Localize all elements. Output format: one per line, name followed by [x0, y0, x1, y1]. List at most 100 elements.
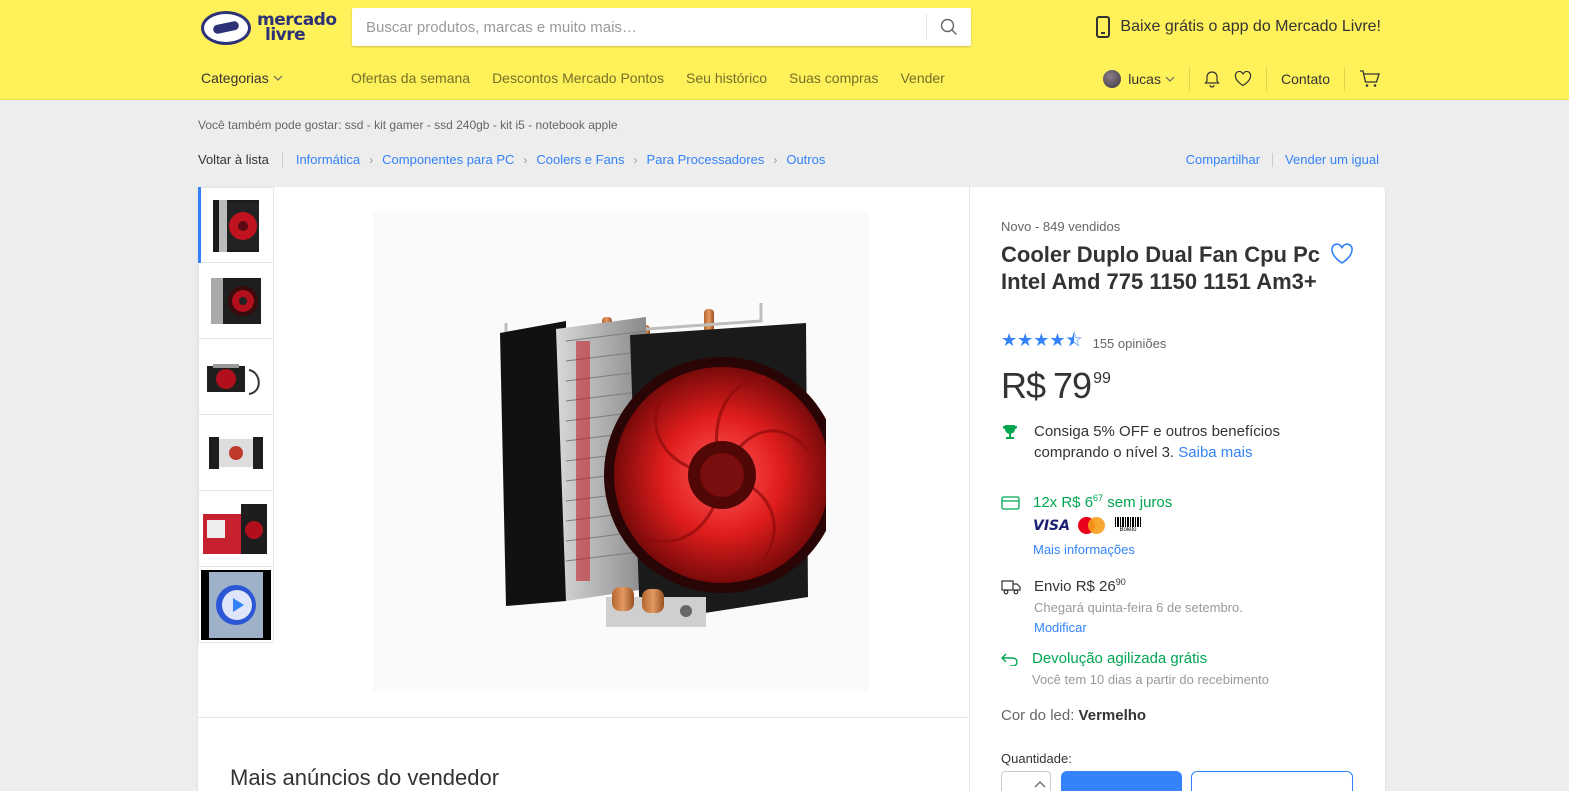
- header: mercado livre Baixe grátis o app do Merc…: [0, 0, 1569, 100]
- product-title: Cooler Duplo Dual Fan Cpu Pc Intel Amd 7…: [1001, 242, 1321, 294]
- sell-same-link[interactable]: Vender um igual: [1285, 152, 1379, 167]
- installments-cents: 67: [1093, 493, 1104, 503]
- reviews-count: 155 opiniões: [1092, 335, 1167, 351]
- phone-icon: [1096, 16, 1111, 38]
- play-icon: [222, 590, 252, 620]
- breadcrumb-item[interactable]: Coolers e Fans: [536, 152, 624, 167]
- user-nav: lucas Contato: [1103, 66, 1381, 92]
- more-ads-heading: Mais anúncios do vendedor: [230, 765, 500, 790]
- delivery-estimate: Chegará quinta-feira 6 de setembro.: [1034, 600, 1243, 615]
- credit-card-icon: [1001, 496, 1020, 510]
- share-actions: Compartilhar Vender um igual: [1186, 152, 1379, 167]
- breadcrumb: Voltar à lista Informática › Componentes…: [198, 152, 825, 167]
- chevron-right-icon: ›: [523, 152, 528, 167]
- breadcrumb-item[interactable]: Informática: [296, 152, 360, 167]
- user-menu[interactable]: lucas: [1128, 71, 1161, 87]
- chevron-right-icon: ›: [633, 152, 638, 167]
- search-icon: [940, 18, 957, 35]
- returns-subtitle: Você tem 10 dias a partir do recebimento: [1032, 672, 1270, 687]
- nav-link-weekly-offers[interactable]: Ofertas da semana: [351, 70, 470, 86]
- cooler-thumbnail-image: [213, 200, 259, 252]
- chevron-down-icon: [1165, 76, 1175, 82]
- cooler-box-thumbnail-image: [203, 503, 267, 554]
- app-promo-text: Baixe grátis o app do Mercado Livre!: [1120, 18, 1381, 35]
- contact-link[interactable]: Contato: [1281, 71, 1330, 87]
- thumbnail-1[interactable]: [198, 187, 274, 263]
- mastercard-logo: [1077, 517, 1106, 535]
- heart-icon[interactable]: [1330, 243, 1354, 265]
- nav-link-history[interactable]: Seu histórico: [686, 70, 767, 86]
- product-card: Mais anúncios do vendedor Novo - 849 ven…: [198, 187, 1385, 791]
- search-input[interactable]: [352, 8, 926, 46]
- loyalty-benefit: Consiga 5% OFF e outros benefícios compr…: [1001, 421, 1324, 463]
- breadcrumb-item[interactable]: Para Processadores: [647, 152, 765, 167]
- divider: [1188, 67, 1190, 91]
- payment-methods: VISA Boleto: [1033, 517, 1172, 535]
- product-gallery: [198, 187, 968, 718]
- chevron-right-icon: ›: [369, 152, 374, 167]
- rating[interactable]: ★★★★⯪ 155 opiniões: [1001, 328, 1166, 358]
- trophy-icon: [1003, 425, 1017, 439]
- chevron-down-icon: [273, 75, 283, 81]
- back-to-list-link[interactable]: Voltar à lista: [198, 152, 269, 167]
- breadcrumb-item[interactable]: Componentes para PC: [382, 152, 514, 167]
- nav-link-sell[interactable]: Vender: [900, 70, 944, 86]
- product-main-image[interactable]: [373, 211, 869, 691]
- video-thumbnail[interactable]: [198, 567, 274, 643]
- avatar[interactable]: [1103, 70, 1122, 88]
- divider: [281, 152, 283, 167]
- return-arrow-icon: [1001, 653, 1018, 666]
- app-download-promo[interactable]: Baixe grátis o app do Mercado Livre!: [1096, 16, 1381, 38]
- heart-icon[interactable]: [1234, 71, 1252, 87]
- returns: Devolução agilizada grátis Você tem 10 d…: [1001, 650, 1269, 687]
- color-label: Cor do led:: [1001, 707, 1075, 724]
- thumbnail-4[interactable]: [198, 415, 274, 491]
- logo-text: mercado livre: [257, 10, 337, 45]
- shipping-cents: 90: [1115, 577, 1126, 587]
- search-button[interactable]: [927, 8, 971, 46]
- categories-menu[interactable]: Categorias: [201, 70, 283, 86]
- price: R$ 79 99: [1001, 365, 1111, 407]
- related-searches[interactable]: Você também pode gostar: ssd - kit gamer…: [198, 118, 618, 132]
- buy-box: Novo - 849 vendidos Cooler Duplo Dual Fa…: [969, 187, 1385, 791]
- led-color-option: Cor do led: Vermelho: [1001, 707, 1146, 724]
- returns-title: Devolução agilizada grátis: [1032, 650, 1208, 667]
- price-currency: R$: [1001, 365, 1046, 406]
- nav-link-purchases[interactable]: Suas compras: [789, 70, 878, 86]
- visa-logo: VISA: [1033, 518, 1070, 534]
- add-to-cart-button[interactable]: [1191, 771, 1353, 791]
- quantity-selector[interactable]: [1001, 771, 1051, 791]
- color-value: Vermelho: [1078, 707, 1147, 724]
- cart-icon[interactable]: [1359, 70, 1381, 88]
- share-link[interactable]: Compartilhar: [1186, 152, 1260, 167]
- star-rating-icon: ★★★★⯪: [1001, 330, 1083, 350]
- mercado-livre-logo[interactable]: mercado livre: [201, 10, 341, 46]
- chevron-right-icon: ›: [773, 152, 778, 167]
- thumbnail-3[interactable]: [198, 339, 274, 415]
- chevron-up-icon: [1034, 781, 1046, 788]
- main-nav: Ofertas da semana Descontos Mercado Pont…: [351, 70, 945, 86]
- cooler-thumbnail-image: [207, 363, 260, 395]
- thumbnail-2[interactable]: [198, 263, 274, 339]
- shipping: Envio R$ 2690 Chegará quinta-feira 6 de …: [1001, 577, 1243, 637]
- bell-icon[interactable]: [1204, 70, 1220, 88]
- buy-now-button[interactable]: [1061, 771, 1182, 791]
- divider: [1272, 152, 1274, 167]
- learn-more-link[interactable]: Saiba mais: [1178, 444, 1252, 461]
- search-bar: [352, 8, 971, 46]
- categories-label: Categorias: [201, 70, 269, 86]
- more-payment-info-link[interactable]: Mais informações: [1033, 542, 1135, 557]
- price-cents: 99: [1093, 370, 1111, 387]
- nav-link-points-discounts[interactable]: Descontos Mercado Pontos: [492, 70, 664, 86]
- installments-text: 12x R$ 6: [1033, 494, 1094, 511]
- boleto-logo: Boleto: [1114, 517, 1142, 535]
- modify-shipping-link[interactable]: Modificar: [1034, 620, 1087, 635]
- cpu-cooler-image: [500, 303, 826, 627]
- shipping-price: Envio R$ 26: [1034, 578, 1116, 595]
- thumbnail-list: [198, 187, 274, 643]
- installments-suffix: sem juros: [1103, 494, 1173, 511]
- breadcrumb-item[interactable]: Outros: [786, 152, 825, 167]
- price-integer: 79: [1053, 365, 1092, 406]
- condition-sold-count: Novo - 849 vendidos: [1001, 219, 1121, 234]
- thumbnail-5[interactable]: [198, 491, 274, 567]
